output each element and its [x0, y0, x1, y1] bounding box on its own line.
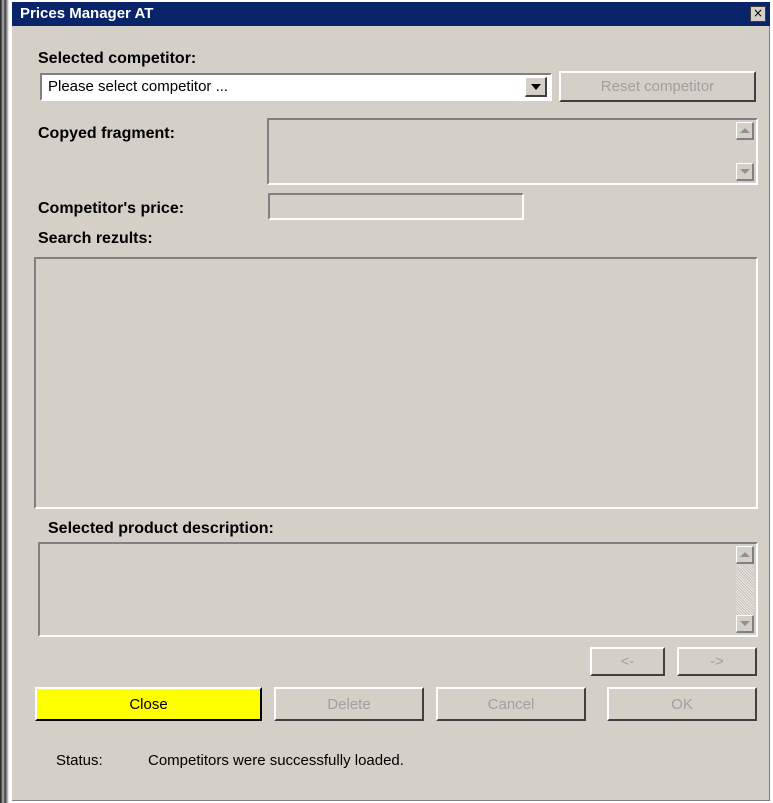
fragment-scroll-up-button[interactable] [736, 122, 754, 140]
close-icon[interactable]: × [750, 6, 766, 22]
arrow-down-icon [740, 621, 750, 626]
status-message: Competitors were successfully loaded. [148, 752, 404, 769]
competitors-price-field[interactable] [268, 193, 524, 220]
arrow-up-icon [740, 128, 750, 133]
arrow-down-icon [740, 169, 750, 174]
window-title: Prices Manager AT [20, 5, 154, 22]
description-scroll-up-button[interactable] [736, 546, 754, 564]
delete-button[interactable]: Delete [274, 687, 424, 721]
copyed-fragment-field[interactable] [267, 118, 758, 185]
next-button[interactable]: -> [677, 647, 757, 676]
prices-manager-dialog: Prices Manager AT × Selected competitor:… [12, 2, 770, 801]
reset-competitor-button[interactable]: Reset competitor [559, 71, 756, 102]
competitor-select[interactable]: Please select competitor ... [40, 73, 552, 101]
previous-button[interactable]: <- [590, 647, 665, 676]
background-edge-strip [0, 0, 12, 803]
ok-button[interactable]: OK [607, 687, 757, 721]
product-description-field[interactable] [38, 542, 758, 637]
competitor-dropdown-button[interactable] [525, 77, 547, 97]
copyed-fragment-label: Copyed fragment: [38, 125, 175, 142]
cancel-button[interactable]: Cancel [436, 687, 586, 721]
close-button[interactable]: Close [35, 687, 262, 721]
fragment-scroll-down-button[interactable] [736, 163, 754, 181]
status-label: Status: [56, 752, 103, 769]
selected-competitor-label: Selected competitor: [38, 50, 197, 67]
competitors-price-label: Competitor's price: [38, 200, 185, 217]
description-scroll-track[interactable] [736, 564, 754, 615]
title-bar[interactable]: Prices Manager AT × [12, 2, 770, 26]
chevron-down-icon [531, 84, 541, 90]
competitor-select-value: Please select competitor ... [48, 78, 229, 95]
search-results-list[interactable] [34, 257, 758, 509]
search-results-label: Search rezults: [38, 230, 153, 247]
product-description-label: Selected product description: [48, 520, 274, 537]
description-scroll-down-button[interactable] [736, 615, 754, 633]
arrow-up-icon [740, 552, 750, 557]
